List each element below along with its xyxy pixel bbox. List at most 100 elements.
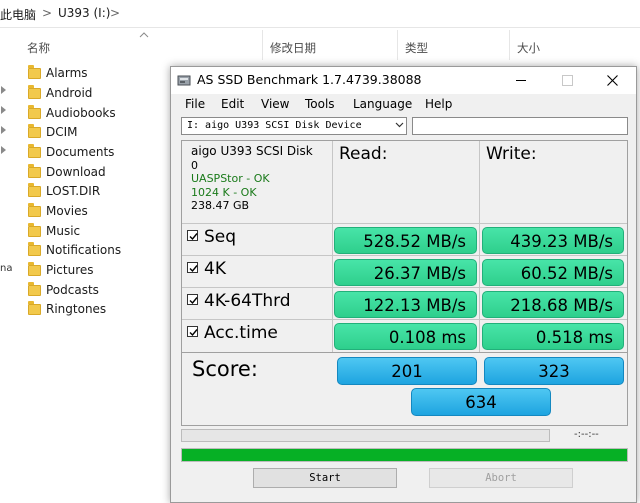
folder-icon	[28, 183, 41, 197]
folder-name: Music	[46, 224, 81, 238]
seq-write-result: 439.23 MB/s	[482, 227, 624, 254]
checkmark-icon	[189, 329, 198, 337]
breadcrumb-this-pc[interactable]: 此电脑	[0, 6, 36, 23]
folder-item[interactable]: Audiobooks	[0, 104, 170, 124]
maximize-button[interactable]	[544, 67, 590, 94]
folder-item[interactable]: Pictures	[0, 261, 170, 281]
folder-icon	[28, 203, 41, 217]
device-index: 0	[191, 158, 198, 172]
score-write: 323	[484, 357, 624, 385]
column-header-type[interactable]: 类型	[405, 40, 428, 56]
test-seq[interactable]: Seq	[187, 227, 236, 257]
column-headers: 名称 修改日期 类型 大小	[0, 36, 640, 58]
folder-item[interactable]: Android	[0, 84, 170, 104]
breadcrumb-separator[interactable]: >	[110, 6, 120, 20]
menu-bar: File Edit View Tools Language Help	[171, 95, 636, 115]
folder-icon	[28, 65, 41, 79]
menu-tools[interactable]: Tools	[305, 97, 335, 111]
start-button[interactable]: Start	[253, 468, 397, 488]
column-header-modified[interactable]: 修改日期	[270, 40, 316, 56]
checkbox[interactable]	[187, 230, 198, 241]
as-ssd-window: AS SSD Benchmark 1.7.4739.38088 File Edi…	[170, 66, 637, 503]
column-divider[interactable]	[397, 30, 398, 60]
grid-divider	[332, 141, 333, 352]
folder-name: Pictures	[46, 263, 94, 277]
score-panel: Score: 201 323 634	[181, 353, 628, 426]
folder-name: Android	[46, 86, 93, 100]
folder-item[interactable]: Podcasts	[0, 281, 170, 301]
drive-select[interactable]: I: aigo U393 SCSI Disk Device	[181, 117, 407, 135]
checkmark-icon	[189, 233, 198, 241]
test-label: Seq	[204, 227, 237, 247]
checkbox[interactable]	[187, 262, 198, 273]
folder-icon	[28, 164, 41, 178]
device-capacity: 238.47 GB	[191, 199, 250, 212]
folder-name: Movies	[46, 204, 88, 218]
test-acc-time[interactable]: Acc.time	[187, 323, 278, 353]
test-progress-bar	[181, 429, 550, 442]
menu-language[interactable]: Language	[353, 97, 412, 111]
benchmark-name-input[interactable]	[412, 117, 628, 135]
checkmark-icon	[189, 297, 198, 305]
test-4k-64thrd[interactable]: 4K-64Thrd	[187, 291, 291, 321]
column-header-size[interactable]: 大小	[517, 40, 540, 56]
folder-icon	[28, 85, 41, 99]
total-progress-fill	[182, 449, 627, 461]
folder-item[interactable]: DCIM	[0, 123, 170, 143]
test-label: 4K-64Thrd	[204, 291, 291, 311]
device-name: aigo U393 SCSI Disk	[191, 144, 313, 158]
folder-icon	[28, 124, 41, 138]
menu-view[interactable]: View	[261, 97, 289, 111]
folder-icon	[28, 262, 41, 276]
folder-name: Audiobooks	[46, 106, 116, 120]
column-header-name[interactable]: 名称	[27, 40, 50, 56]
folder-name: Download	[46, 165, 106, 179]
folder-item[interactable]: LOST.DIR	[0, 182, 170, 202]
folder-item[interactable]: Ringtones	[0, 300, 170, 320]
folder-icon	[28, 301, 41, 315]
alignment-status: 1024 K - OK	[191, 185, 257, 199]
chevron-down-icon	[395, 122, 404, 128]
breadcrumb-drive[interactable]: U393 (I:)	[58, 6, 110, 20]
checkbox[interactable]	[187, 326, 198, 337]
test-label: Acc.time	[204, 323, 278, 343]
folder-item[interactable]: Alarms	[0, 64, 170, 84]
score-read: 201	[337, 357, 477, 385]
menu-help[interactable]: Help	[425, 97, 452, 111]
4k-write-result: 60.52 MB/s	[482, 259, 624, 286]
folder-icon	[28, 242, 41, 256]
menu-edit[interactable]: Edit	[221, 97, 244, 111]
folder-icon	[28, 144, 41, 158]
folder-item[interactable]: Music	[0, 222, 170, 242]
minimize-button[interactable]	[498, 67, 544, 94]
folder-name: Notifications	[46, 243, 122, 257]
score-label: Score:	[192, 357, 258, 381]
acc-time-read-result: 0.108 ms	[334, 323, 477, 350]
breadcrumb-separator[interactable]: >	[42, 6, 52, 20]
results-grid: aigo U393 SCSI Disk 0 UASPStor - OK 1024…	[181, 140, 628, 353]
4k-read-result: 26.37 MB/s	[334, 259, 477, 286]
elapsed-time: -:--:--	[574, 429, 599, 440]
grid-divider	[182, 287, 627, 288]
test-4k[interactable]: 4K	[187, 259, 226, 289]
folder-item[interactable]: Notifications	[0, 241, 170, 261]
checkbox[interactable]	[187, 294, 198, 305]
app-icon	[177, 75, 191, 86]
drive-select-value: I: aigo U393 SCSI Disk Device	[187, 120, 362, 131]
4k-64thrd-write-result: 218.68 MB/s	[482, 291, 624, 318]
abort-button[interactable]: Abort	[429, 468, 573, 488]
device-info: aigo U393 SCSI Disk 0 UASPStor - OK 1024…	[191, 144, 331, 213]
menu-file[interactable]: File	[185, 97, 205, 111]
folder-item[interactable]: Download	[0, 163, 170, 183]
grid-divider	[182, 223, 627, 224]
folder-item[interactable]: Movies	[0, 202, 170, 222]
title-bar[interactable]: AS SSD Benchmark 1.7.4739.38088	[171, 67, 636, 94]
column-divider[interactable]	[509, 30, 510, 60]
window-title: AS SSD Benchmark 1.7.4739.38088	[197, 72, 422, 87]
folder-icon	[28, 223, 41, 237]
grid-divider	[182, 255, 627, 256]
close-button[interactable]	[590, 67, 636, 94]
column-divider[interactable]	[262, 30, 263, 60]
folder-item[interactable]: Documents	[0, 143, 170, 163]
breadcrumb: 此电脑 > U393 (I:) >	[0, 0, 640, 28]
